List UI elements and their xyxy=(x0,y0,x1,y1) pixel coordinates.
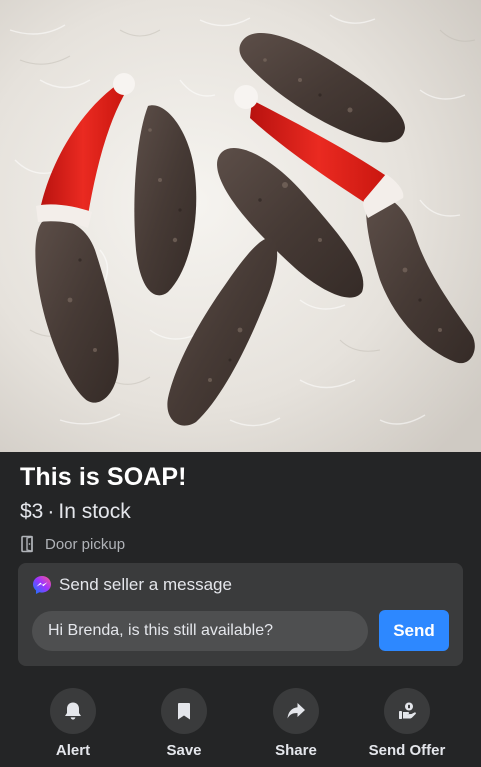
bell-icon xyxy=(65,702,81,720)
message-input[interactable] xyxy=(32,611,368,651)
save-action[interactable]: Save xyxy=(129,688,239,759)
send-offer-label: Send Offer xyxy=(368,742,446,759)
message-header-label: Send seller a message xyxy=(59,575,232,594)
product-photo[interactable] xyxy=(0,0,481,452)
separator-dot: · xyxy=(47,500,55,523)
message-header: Send seller a message xyxy=(32,575,232,595)
marketplace-listing-page: This is SOAP! $3·In stock Door pickup xyxy=(0,0,481,767)
soap-photo-illustration xyxy=(0,0,481,452)
pickup-info: Door pickup xyxy=(20,535,125,553)
bookmark-icon xyxy=(178,703,190,720)
action-bar: Alert Save Share Send Offer xyxy=(0,688,481,767)
alert-label: Alert xyxy=(55,742,91,759)
save-label: Save xyxy=(166,742,202,759)
offer-hand-icon xyxy=(399,702,416,719)
share-arrow-icon xyxy=(287,703,305,719)
share-label: Share xyxy=(275,742,317,759)
listing-availability: In stock xyxy=(58,500,131,523)
share-action[interactable]: Share xyxy=(241,688,351,759)
share-button[interactable] xyxy=(273,688,319,734)
listing-price: $3 xyxy=(20,500,44,523)
listing-title: This is SOAP! xyxy=(20,463,187,491)
alert-action[interactable]: Alert xyxy=(18,688,128,759)
price-availability: $3 · In stock xyxy=(20,500,131,524)
pickup-label: Door pickup xyxy=(45,535,126,553)
send-message-card: Send seller a message Send xyxy=(18,563,463,666)
alert-button[interactable] xyxy=(50,688,96,734)
door-icon xyxy=(21,535,33,553)
send-offer-button[interactable] xyxy=(384,688,430,734)
save-button[interactable] xyxy=(161,688,207,734)
send-button[interactable]: Send xyxy=(379,610,449,651)
messenger-icon xyxy=(33,576,51,594)
send-offer-action[interactable]: Send Offer xyxy=(352,688,462,759)
